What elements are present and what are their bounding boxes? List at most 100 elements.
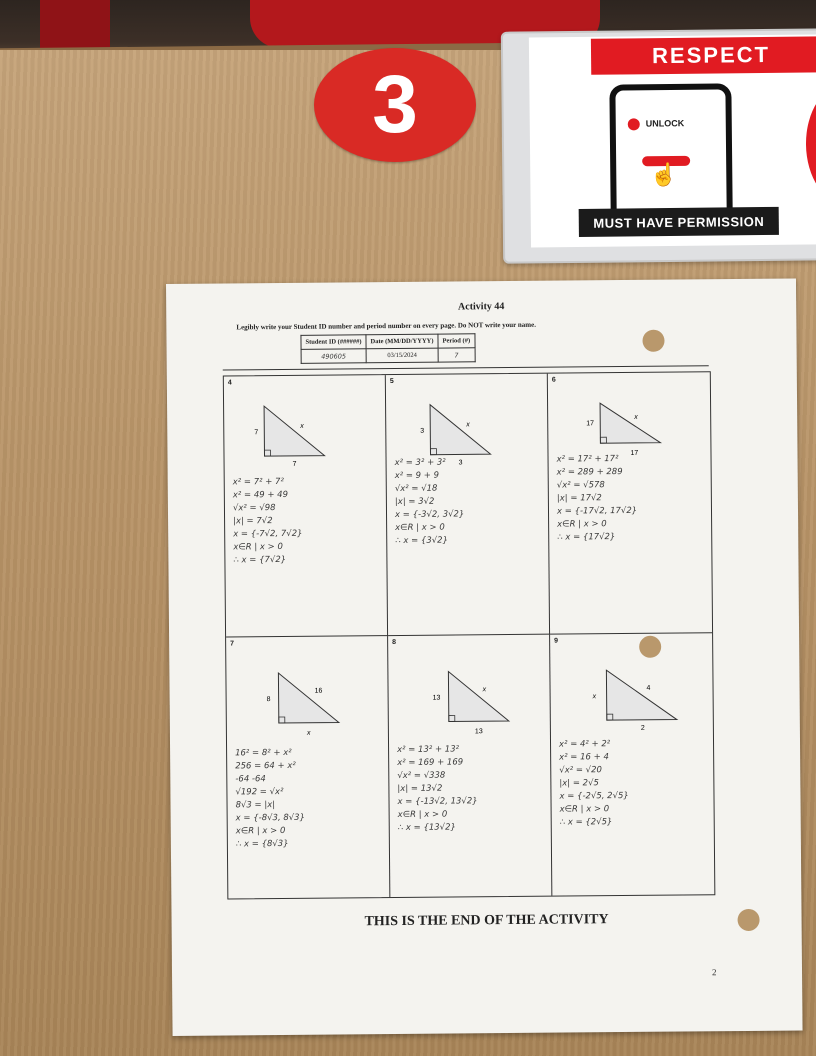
side-label-c: x bbox=[633, 414, 638, 421]
right-triangle-diagram: 7 7 x bbox=[254, 405, 326, 466]
side-label-a: 3 bbox=[420, 428, 424, 435]
end-of-activity-text: THIS IS THE END OF THE ACTIVITY bbox=[364, 912, 609, 930]
period-value: 7 bbox=[438, 347, 475, 363]
right-triangle-diagram: x 2 4 bbox=[592, 669, 679, 732]
sign-footer: MUST HAVE PERMISSION bbox=[578, 206, 779, 237]
date-value: 03/15/2024 bbox=[366, 348, 439, 363]
work-line: x∈R | x > 0 bbox=[397, 809, 448, 820]
problem-number: 5 bbox=[389, 378, 394, 386]
problem-cell: 9 x 2 4 x² = 4² + 2² x² = 16 + 4 √x² = √… bbox=[550, 633, 714, 895]
work-line: x² = 9 + 9 bbox=[394, 470, 440, 482]
work-steps: x² = 17² + 17² x² = 289 + 289 √x² = √578… bbox=[556, 452, 707, 544]
side-label-b: x bbox=[306, 730, 311, 737]
problem-cell: 7 8 x 16 16² = 8² + x² 256 = 64 + x² -64… bbox=[226, 636, 391, 899]
side-label-c: x bbox=[299, 423, 304, 430]
work-line: √192 = √x² bbox=[235, 786, 284, 798]
side-label-b: 7 bbox=[293, 461, 297, 466]
right-triangle-diagram: 3 3 x bbox=[420, 403, 492, 465]
work-line: √x² = √18 bbox=[394, 483, 438, 495]
side-label-c: x bbox=[465, 421, 470, 428]
side-label-b: 13 bbox=[475, 728, 483, 735]
worksheet-title: Activity 44 bbox=[457, 301, 505, 313]
side-label-c: 16 bbox=[315, 688, 323, 695]
problem-number: 8 bbox=[392, 639, 397, 647]
work-line: x = {-3√2, 3√2} bbox=[394, 509, 465, 521]
sign-banner: RESPECT bbox=[590, 36, 816, 75]
problem-cell: 8 13 13 x x² = 13² + 13² x² = 169 + 169 … bbox=[388, 634, 553, 898]
work-line: 16² = 8² + x² bbox=[235, 747, 292, 759]
side-label-a: 17 bbox=[586, 420, 594, 427]
problem-number: 4 bbox=[227, 379, 232, 387]
work-line: x² = 17² + 17² bbox=[556, 454, 619, 465]
work-line: ∴ x = {2√5} bbox=[559, 817, 613, 828]
work-line: x² = 3² + 3² bbox=[394, 457, 446, 469]
lock-icon bbox=[627, 118, 640, 131]
work-line: x = {-7√2, 7√2} bbox=[233, 528, 303, 540]
work-line: x∈R | x > 0 bbox=[235, 825, 286, 837]
triangle-shape bbox=[605, 669, 679, 721]
work-line: x² = 16 + 4 bbox=[559, 752, 609, 763]
student-id-table: Student ID (######) Date (MM/DD/YYYY) Pe… bbox=[300, 333, 475, 364]
triangle-shape bbox=[447, 670, 511, 723]
work-line: x = {-17√2, 17√2} bbox=[556, 505, 638, 517]
side-label-a: 13 bbox=[433, 695, 441, 702]
phone-unlock-label: UNLOCK bbox=[627, 118, 685, 131]
work-line: x² = 13² + 13² bbox=[397, 744, 460, 756]
prohibited-icon bbox=[805, 83, 816, 205]
seat-number-sticker: 3 bbox=[314, 48, 476, 162]
right-triangle-diagram: 8 x 16 bbox=[267, 671, 341, 737]
work-line: ∴ x = {17√2} bbox=[557, 532, 616, 543]
side-label-a: 8 bbox=[267, 696, 271, 703]
problem-number: 7 bbox=[230, 640, 235, 648]
work-line: |x| = 7√2 bbox=[233, 516, 273, 527]
work-line: ∴ x = {3√2} bbox=[395, 535, 449, 547]
work-line: |x| = 17√2 bbox=[556, 493, 602, 504]
id-header-period: Period (#) bbox=[437, 333, 475, 349]
work-line: x∈R | x > 0 bbox=[559, 804, 610, 815]
hand-pointer-icon: ☝ bbox=[650, 161, 678, 188]
id-header-date: Date (MM/DD/YYYY) bbox=[365, 334, 439, 349]
problem-cell: 5 3 3 x x² = 3² + 3² x² = 9 + 9 √x² = √1… bbox=[385, 373, 551, 637]
phone-policy-sign: RESPECT UNLOCK ☝ MUST HAVE PERMISSION bbox=[500, 28, 816, 264]
problem-cell: 4 7 7 x x² = 7² + 7² x² = 49 + 49 √x² = … bbox=[223, 375, 389, 638]
work-line: 256 = 64 + x² bbox=[235, 760, 296, 772]
work-line: ∴ x = {8√3} bbox=[235, 838, 289, 850]
problem-grid: 4 7 7 x x² = 7² + 7² x² = 49 + 49 √x² = … bbox=[222, 371, 716, 900]
worksheet-paper: Activity 44 Legibly write your Student I… bbox=[166, 278, 803, 1036]
sign-card: RESPECT UNLOCK ☝ MUST HAVE PERMISSION bbox=[528, 34, 816, 248]
side-label-b: 2 bbox=[641, 725, 645, 732]
work-line: x = {-2√5, 2√5} bbox=[559, 790, 629, 802]
worksheet-instructions: Legibly write your Student ID number and… bbox=[236, 320, 536, 332]
work-line: |x| = 3√2 bbox=[394, 496, 435, 508]
problem-cell: 6 17 17 x x² = 17² + 17² x² = 289 + 289 … bbox=[547, 372, 713, 635]
work-line: √x² = √98 bbox=[232, 503, 276, 514]
work-line: x = {-8√3, 8√3} bbox=[235, 812, 306, 824]
work-line: x² = 49 + 49 bbox=[232, 489, 289, 501]
work-line: 8√3 = |x| bbox=[235, 800, 276, 811]
problem-number: 6 bbox=[551, 376, 556, 384]
side-label-c: x bbox=[482, 686, 487, 693]
work-steps: x² = 7² + 7² x² = 49 + 49 √x² = √98 |x| … bbox=[233, 475, 384, 567]
right-triangle-diagram: 13 13 x bbox=[433, 670, 511, 735]
hole-punch bbox=[642, 329, 665, 352]
work-line: x = {-13√2, 13√2} bbox=[397, 796, 478, 807]
triangle-shape bbox=[429, 403, 492, 456]
page-number: 2 bbox=[711, 967, 717, 978]
divider bbox=[222, 365, 709, 371]
triangle-shape bbox=[263, 405, 326, 457]
triangle-shape bbox=[277, 671, 341, 724]
work-line: x² = 289 + 289 bbox=[556, 467, 623, 478]
unlock-text: UNLOCK bbox=[645, 118, 685, 129]
work-line: x∈R | x > 0 bbox=[557, 519, 607, 530]
student-id-value: 490605 bbox=[301, 348, 367, 364]
work-line: ∴ x = {7√2} bbox=[233, 554, 287, 566]
work-line: x∈R | x > 0 bbox=[395, 522, 445, 534]
work-line: x² = 4² + 2² bbox=[558, 739, 611, 750]
work-steps: x² = 13² + 13² x² = 169 + 169 √x² = √338… bbox=[397, 743, 548, 835]
work-line: x∈R | x > 0 bbox=[233, 541, 283, 553]
id-header-student: Student ID (######) bbox=[300, 334, 367, 350]
problem-number: 9 bbox=[554, 637, 559, 645]
work-line: √x² = √578 bbox=[556, 480, 605, 491]
work-line: ∴ x = {13√2} bbox=[397, 822, 456, 833]
seat-number: 3 bbox=[372, 59, 418, 150]
